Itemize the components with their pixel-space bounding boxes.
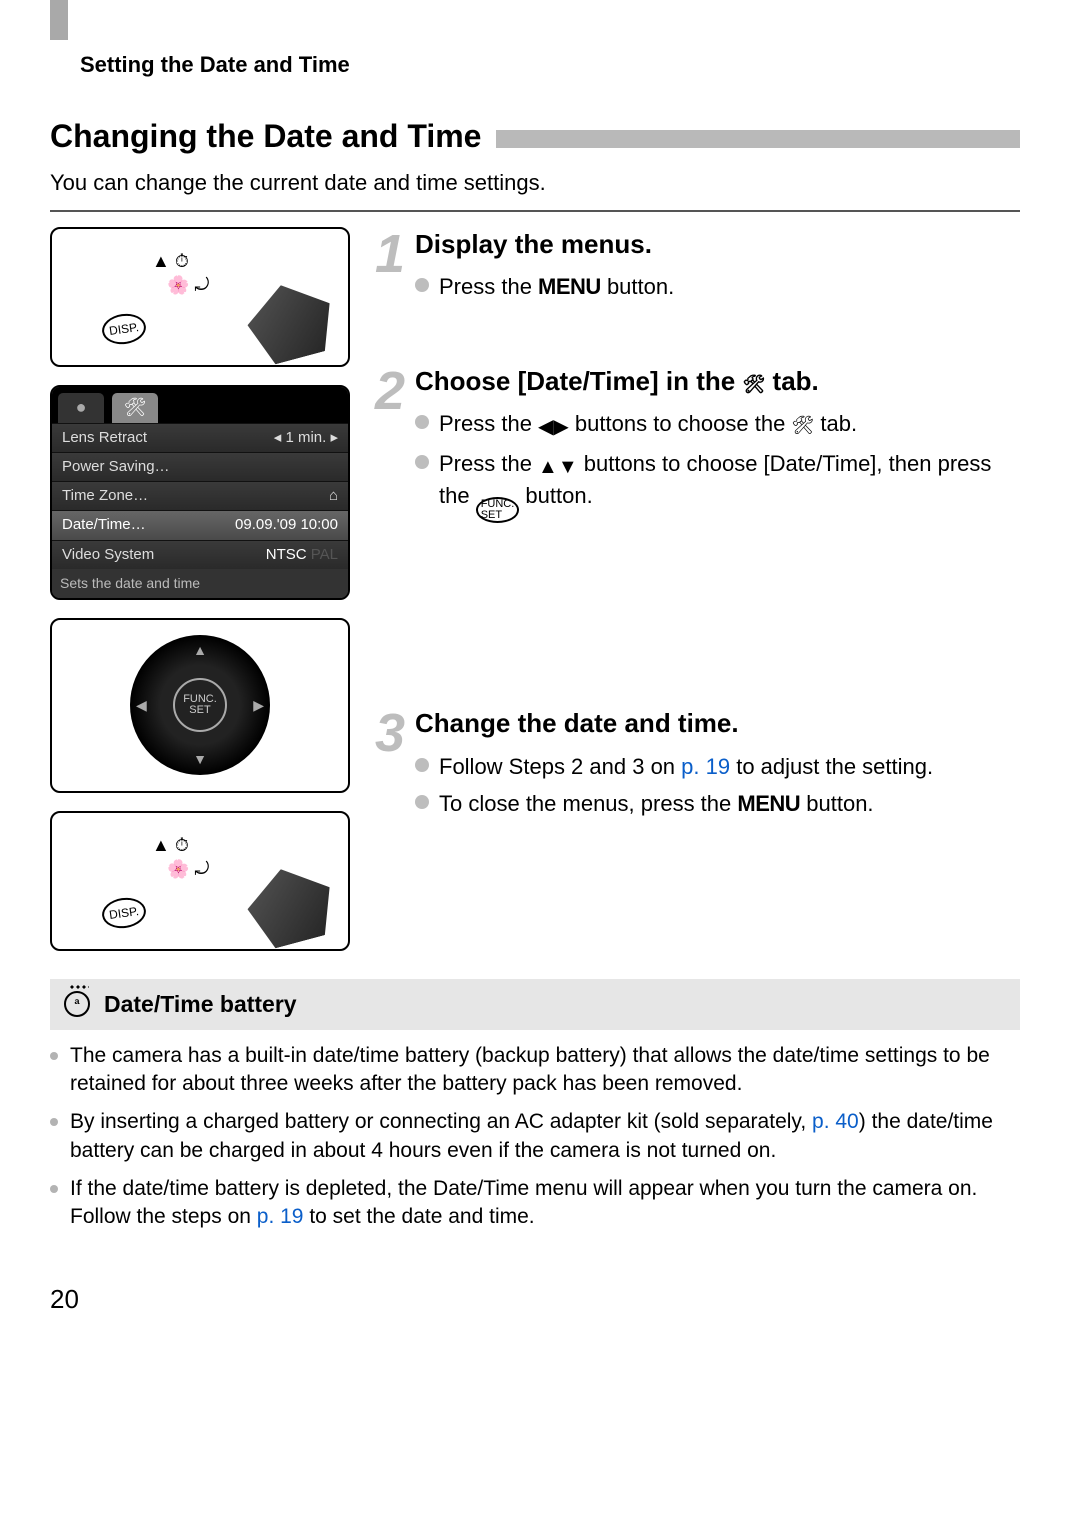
step-3-title: Change the date and time.: [415, 706, 1020, 741]
step-1-bullet-1: Press the MENU button.: [439, 272, 1020, 302]
face-timer-icons: ▲ ⏱ 🌸 ⤾: [152, 249, 209, 298]
step-3: 3 Change the date and time. Follow Steps…: [375, 706, 1020, 826]
menu-row-time-zone: Time Zone…⌂: [52, 481, 348, 510]
step-2-title: Choose [Date/Time] in the 🛠 tab.: [415, 364, 1020, 399]
menu-row-lens-retract: Lens Retract◂ 1 min. ▸: [52, 423, 348, 452]
control-dial-illustration: ▲ ▼ ◀ ▶ FUNC. SET: [50, 618, 350, 793]
step-number-1: 1: [375, 233, 415, 310]
page-ref-link-19b[interactable]: p. 19: [257, 1205, 304, 1228]
bullet-dot: [415, 278, 429, 292]
section-label: Setting the Date and Time: [80, 50, 1020, 80]
bullet-dot: [415, 415, 429, 429]
tools-icon: 🛠: [791, 415, 814, 435]
title-bar-decoration: [496, 130, 1020, 148]
step-2: 2 Choose [Date/Time] in the 🛠 tab. Press…: [375, 364, 1020, 531]
thumb-illustration: [240, 274, 342, 367]
bullet-dot: [415, 795, 429, 809]
bullet-dot: [415, 455, 429, 469]
step-2-bullet-2: Press the ▲▼ buttons to choose [Date/Tim…: [439, 449, 1020, 523]
tools-icon: 🛠: [742, 374, 765, 394]
step-3-bullet-1: Follow Steps 2 and 3 on p. 19 to adjust …: [439, 752, 1020, 782]
page-ref-link-19[interactable]: p. 19: [681, 754, 730, 779]
menu-row-date-time: Date/Time…09.09.'09 10:00: [52, 510, 348, 539]
step-2-bullet-1: Press the ◀▶ buttons to choose the 🛠 tab…: [439, 409, 1020, 441]
func-set-button-icon: FUNC.SET: [476, 497, 520, 523]
lightbulb-icon: ª: [64, 991, 90, 1017]
intro-text: You can change the current date and time…: [50, 168, 1020, 198]
bullet-dot: [415, 758, 429, 772]
tip-item-3: If the date/time battery is depleted, th…: [50, 1175, 1020, 1232]
camera-menu-screenshot: ● 🛠 Lens Retract◂ 1 min. ▸ Power Saving……: [50, 385, 350, 600]
disp-button-label-2: DISP.: [100, 895, 148, 931]
left-right-arrows-icon: ◀▶: [538, 416, 569, 438]
page-tab-marker: [50, 0, 68, 40]
tools-tab-icon: 🛠: [112, 393, 158, 423]
bullet-dot: [50, 1118, 58, 1126]
step-number-2: 2: [375, 370, 415, 531]
tip-title: Date/Time battery: [104, 989, 297, 1020]
disp-button-label: DISP.: [100, 311, 148, 347]
tip-item-1: The camera has a built-in date/time batt…: [50, 1042, 1020, 1099]
tip-item-2: By inserting a charged battery or connec…: [50, 1108, 1020, 1165]
tip-header: ª Date/Time battery: [50, 979, 1020, 1030]
set-label: SET: [189, 705, 210, 716]
step-1-title: Display the menus.: [415, 227, 1020, 262]
up-down-arrows-icon: ▲▼: [538, 456, 578, 478]
menu-row-power-saving: Power Saving…: [52, 452, 348, 481]
step-number-3: 3: [375, 712, 415, 826]
page-ref-link-40[interactable]: p. 40: [812, 1110, 859, 1133]
camera-tab-icon: ●: [58, 393, 104, 423]
camera-illustration-2: ▲ ⏱ 🌸 ⤾ DISP. MENU: [50, 811, 350, 951]
page-title: Changing the Date and Time: [50, 115, 481, 158]
camera-illustration-1: ▲ ⏱ 🌸 ⤾ DISP. MENU: [50, 227, 350, 367]
menu-row-video-system: Video SystemNTSC PAL: [52, 540, 348, 569]
step-1: 1 Display the menus. Press the MENU butt…: [375, 227, 1020, 310]
page-number: 20: [50, 1282, 1020, 1317]
menu-help-text: Sets the date and time: [52, 569, 348, 598]
separator: [50, 210, 1020, 212]
face-timer-icons-2: ▲ ⏱ 🌸 ⤾: [152, 833, 209, 882]
step-3-bullet-2: To close the menus, press the MENU butto…: [439, 789, 1020, 819]
bullet-dot: [50, 1185, 58, 1193]
thumb-illustration-2: [240, 858, 342, 951]
bullet-dot: [50, 1052, 58, 1060]
